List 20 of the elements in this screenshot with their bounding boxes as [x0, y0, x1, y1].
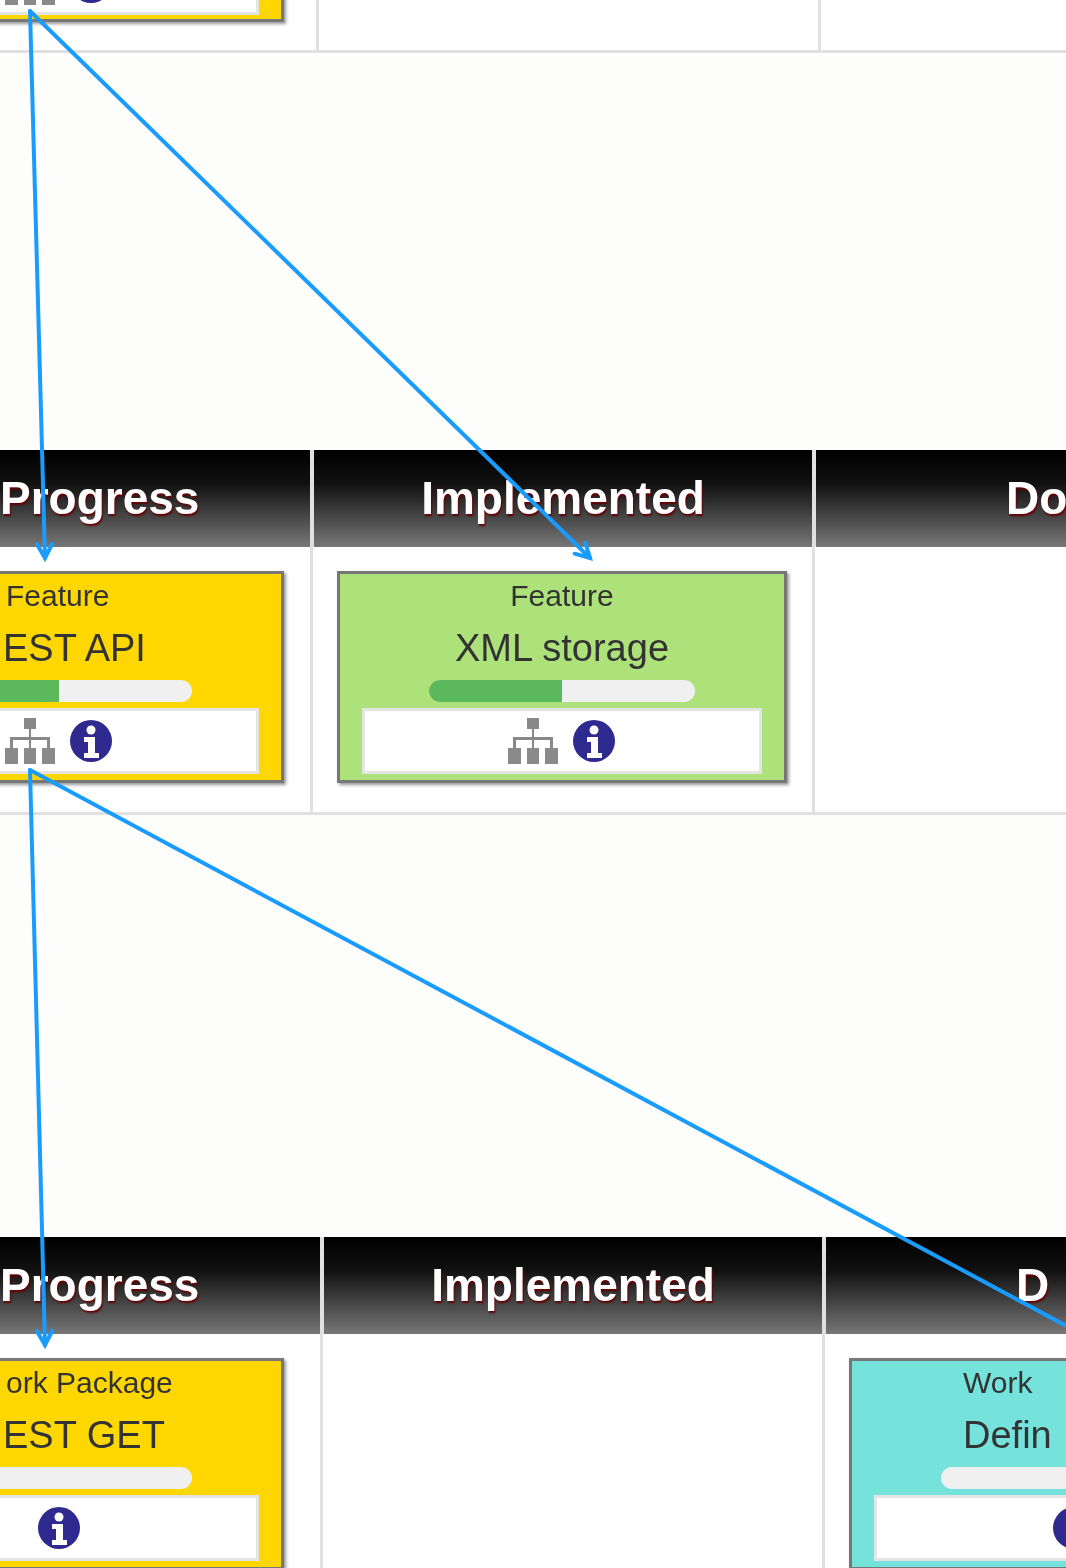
column-header: Do — [812, 450, 1066, 547]
column-header: Implemented — [320, 1237, 822, 1334]
card[interactable]: Feature XML storage — [337, 571, 787, 783]
card[interactable]: Work Defin — [849, 1358, 1066, 1568]
info-icon[interactable] — [37, 1506, 81, 1550]
card-type-label: Feature — [5, 578, 111, 614]
card-title: Defin — [962, 1413, 1053, 1457]
card[interactable]: ork Package EST GET — [0, 1358, 284, 1568]
card-title: EST API — [2, 626, 147, 670]
column-header: D — [822, 1237, 1066, 1334]
card-title: XML storage — [455, 626, 669, 670]
info-icon[interactable] — [572, 719, 616, 763]
card-type-label: Work — [962, 1365, 1034, 1401]
hierarchy-icon[interactable] — [508, 718, 558, 764]
card-type-label: ork Package — [5, 1365, 174, 1401]
card-type-label: Feature — [510, 578, 614, 614]
card[interactable]: Feature EST API — [0, 571, 284, 783]
info-icon[interactable] — [69, 719, 113, 763]
card-title: EST GET — [2, 1413, 166, 1457]
hierarchy-icon[interactable] — [5, 718, 55, 764]
